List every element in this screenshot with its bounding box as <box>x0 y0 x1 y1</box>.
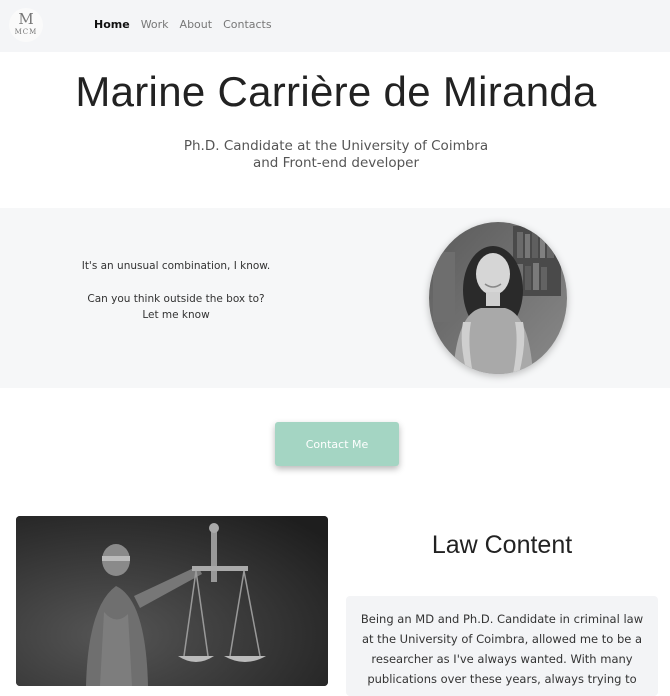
logo[interactable]: M MCM <box>9 8 43 42</box>
nav-link-about[interactable]: About <box>180 18 213 31</box>
lady-justice-image <box>16 516 328 686</box>
logo-initial: M <box>18 10 34 28</box>
page-title: Marine Carrière de Miranda <box>75 68 597 115</box>
intro-line-3: Let me know <box>142 309 210 321</box>
lady-justice-illustration <box>16 516 328 686</box>
intro-text: It's an unusual combination, I know. Can… <box>66 258 286 323</box>
navbar: M MCM Home Work About Contacts <box>0 0 670 52</box>
nav-link-work[interactable]: Work <box>141 18 169 31</box>
profile-photo <box>429 222 567 374</box>
nav-link-home[interactable]: Home <box>94 18 130 31</box>
law-content-card: Being an MD and Ph.D. Candidate in crimi… <box>346 596 658 696</box>
intro-section: It's an unusual combination, I know. Can… <box>0 208 670 388</box>
hero-subtitle: Ph.D. Candidate at the University of Coi… <box>0 138 670 172</box>
logo-monogram: MCM <box>14 28 38 36</box>
profile-photo-image <box>429 222 567 374</box>
contact-me-button[interactable]: Contact Me <box>275 422 399 466</box>
intro-line-1: It's an unusual combination, I know. <box>81 260 271 272</box>
law-content-heading: Law Content <box>431 531 573 559</box>
law-content-text: Being an MD and Ph.D. Candidate in crimi… <box>360 612 644 686</box>
main-nav: Home Work About Contacts <box>94 18 272 31</box>
hero-subtitle-line-1: Ph.D. Candidate at the University of Coi… <box>183 138 489 154</box>
nav-link-contacts[interactable]: Contacts <box>223 18 272 31</box>
hero-subtitle-line-2: and Front-end developer <box>252 155 420 171</box>
intro-line-2: Can you think outside the box to? <box>87 293 265 305</box>
